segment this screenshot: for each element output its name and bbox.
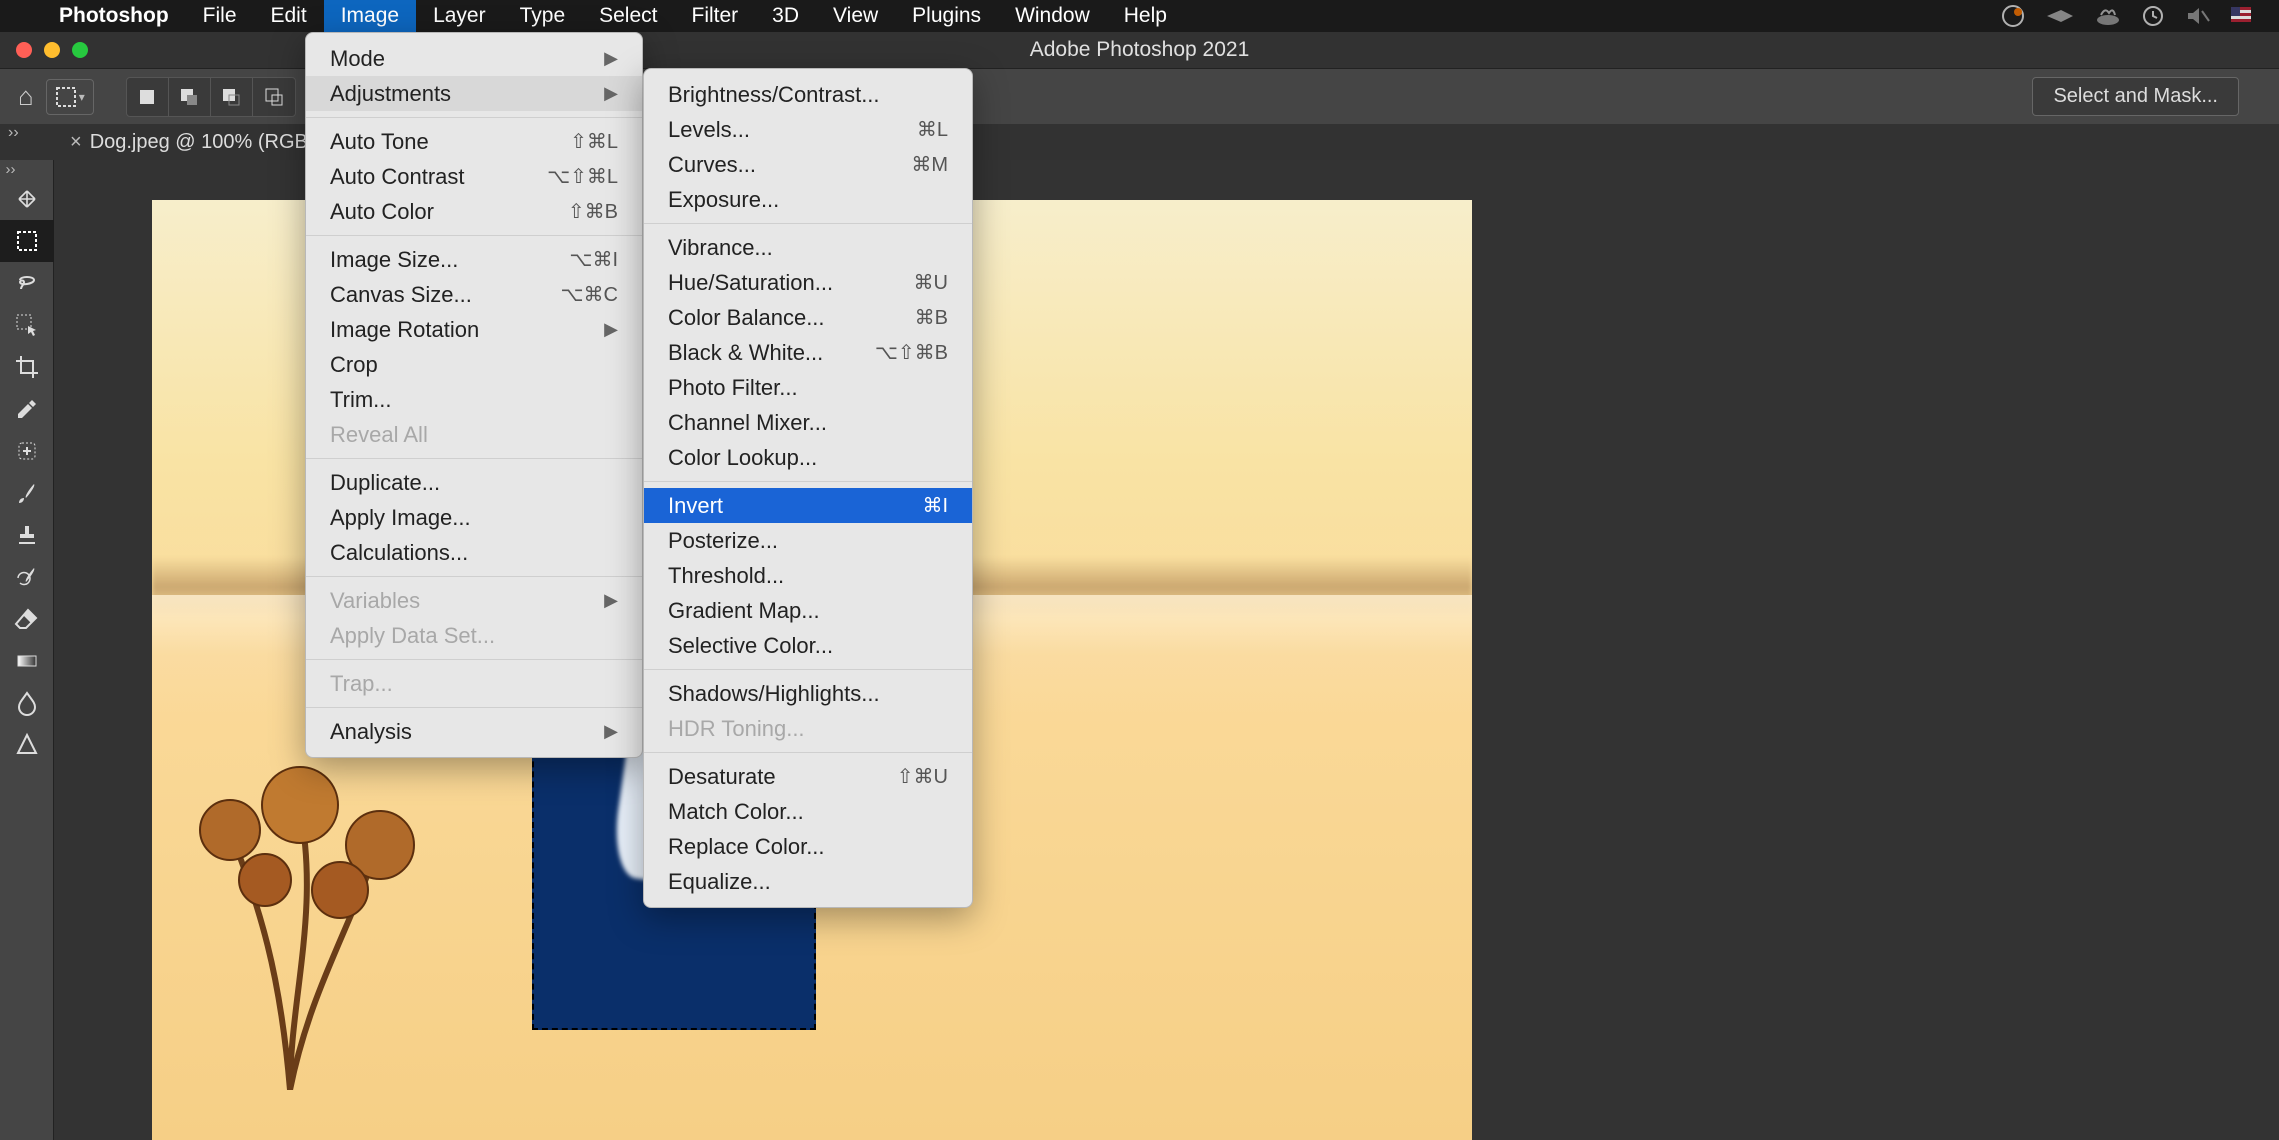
select-and-mask-button[interactable]: Select and Mask... (2032, 77, 2239, 116)
image-menu-crop[interactable]: Crop (306, 347, 642, 382)
image-menu-reveal-all: Reveal All (306, 417, 642, 452)
adjustments-selective-color[interactable]: Selective Color... (644, 628, 972, 663)
menubar-item-file[interactable]: File (186, 0, 254, 32)
adjustments-posterize[interactable]: Posterize... (644, 523, 972, 558)
image-menu-canvas-size[interactable]: Canvas Size...⌥⌘C (306, 277, 642, 312)
adjustments-color-balance[interactable]: Color Balance...⌘B (644, 300, 972, 335)
mac-menubar: Photoshop FileEditImageLayerTypeSelectFi… (0, 0, 2279, 32)
tool-lasso[interactable] (0, 262, 54, 304)
tool-marquee[interactable] (0, 220, 54, 262)
image-menu-image-size[interactable]: Image Size...⌥⌘I (306, 242, 642, 277)
adjustments-equalize[interactable]: Equalize... (644, 864, 972, 899)
tool-crop[interactable] (0, 346, 54, 388)
adjustments-channel-mixer[interactable]: Channel Mixer... (644, 405, 972, 440)
selection-intersect[interactable] (253, 78, 295, 116)
image-menu-trim[interactable]: Trim... (306, 382, 642, 417)
tool-pen[interactable] (0, 724, 54, 766)
adjustments-threshold[interactable]: Threshold... (644, 558, 972, 593)
tool-move[interactable] (0, 178, 54, 220)
adjustments-submenu: Brightness/Contrast...Levels...⌘LCurves.… (643, 68, 973, 908)
current-tool-marquee[interactable]: ▾ (46, 79, 94, 115)
menubar-item-plugins[interactable]: Plugins (895, 0, 998, 32)
app-name[interactable]: Photoshop (42, 0, 186, 32)
tool-brush[interactable] (0, 472, 54, 514)
menubar-item-edit[interactable]: Edit (254, 0, 324, 32)
menubar-item-filter[interactable]: Filter (675, 0, 756, 32)
image-menu-mode[interactable]: Mode▶ (306, 41, 642, 76)
menubar-item-help[interactable]: Help (1107, 0, 1184, 32)
adjustments-hue-saturation[interactable]: Hue/Saturation...⌘U (644, 265, 972, 300)
window-title: Adobe Photoshop 2021 (1030, 38, 1250, 62)
image-menu-apply-image[interactable]: Apply Image... (306, 500, 642, 535)
image-menu-adjustments[interactable]: Adjustments▶ (306, 76, 642, 111)
image-menu-auto-contrast[interactable]: Auto Contrast⌥⇧⌘L (306, 159, 642, 194)
close-window-button[interactable] (16, 42, 32, 58)
image-menu-variables: Variables▶ (306, 583, 642, 618)
adjustments-gradient-map[interactable]: Gradient Map... (644, 593, 972, 628)
image-menu-dropdown: Mode▶Adjustments▶ Auto Tone⇧⌘LAuto Contra… (305, 32, 643, 758)
selection-subtract[interactable] (211, 78, 253, 116)
tool-eraser[interactable] (0, 598, 54, 640)
tool-gradient[interactable] (0, 640, 54, 682)
menubar-item-layer[interactable]: Layer (416, 0, 503, 32)
adjustments-match-color[interactable]: Match Color... (644, 794, 972, 829)
adjustments-hdr-toning: HDR Toning... (644, 711, 972, 746)
adjustments-black-white[interactable]: Black & White...⌥⇧⌘B (644, 335, 972, 370)
minimize-window-button[interactable] (44, 42, 60, 58)
maximize-window-button[interactable] (72, 42, 88, 58)
adjustments-levels[interactable]: Levels...⌘L (644, 112, 972, 147)
menubar-item-image[interactable]: Image (324, 0, 416, 32)
image-menu-calculations[interactable]: Calculations... (306, 535, 642, 570)
adjustments-color-lookup[interactable]: Color Lookup... (644, 440, 972, 475)
tool-object-select[interactable] (0, 304, 54, 346)
tool-eyedropper[interactable] (0, 388, 54, 430)
tool-palette: ›› (0, 160, 54, 1140)
volume-muted-icon[interactable] (2185, 5, 2211, 27)
status-icon-3[interactable] (2095, 5, 2121, 27)
menubar-item-3d[interactable]: 3D (755, 0, 816, 32)
image-menu-image-rotation[interactable]: Image Rotation▶ (306, 312, 642, 347)
adjustments-shadows-highlights[interactable]: Shadows/Highlights... (644, 676, 972, 711)
traffic-lights (16, 42, 88, 58)
status-icon-1[interactable] (2001, 4, 2025, 28)
menubar-item-window[interactable]: Window (998, 0, 1107, 32)
image-menu-duplicate[interactable]: Duplicate... (306, 465, 642, 500)
adjustments-replace-color[interactable]: Replace Color... (644, 829, 972, 864)
adjustments-brightness-contrast[interactable]: Brightness/Contrast... (644, 77, 972, 112)
tab-close-icon[interactable]: × (70, 131, 82, 154)
adjustments-vibrance[interactable]: Vibrance... (644, 230, 972, 265)
adjustments-photo-filter[interactable]: Photo Filter... (644, 370, 972, 405)
tool-heal[interactable] (0, 430, 54, 472)
selection-add[interactable] (169, 78, 211, 116)
menubar-item-select[interactable]: Select (582, 0, 674, 32)
menubar-item-view[interactable]: View (816, 0, 895, 32)
adjustments-curves[interactable]: Curves...⌘M (644, 147, 972, 182)
tool-history-brush[interactable] (0, 556, 54, 598)
home-icon[interactable]: ⌂ (18, 81, 34, 112)
image-menu-auto-tone[interactable]: Auto Tone⇧⌘L (306, 124, 642, 159)
selection-new[interactable] (127, 78, 169, 116)
adjustments-desaturate[interactable]: Desaturate⇧⌘U (644, 759, 972, 794)
selection-mode-group (126, 77, 296, 117)
adjustments-invert[interactable]: Invert⌘I (644, 488, 972, 523)
image-menu-apply-data-set: Apply Data Set... (306, 618, 642, 653)
menubar-item-type[interactable]: Type (503, 0, 583, 32)
time-machine-icon[interactable] (2141, 4, 2165, 28)
image-menu-trap: Trap... (306, 666, 642, 701)
tool-stamp[interactable] (0, 514, 54, 556)
optbar-expand-icon[interactable]: ›› (8, 124, 19, 142)
collapse-icon[interactable]: ›› (0, 160, 54, 178)
adjustments-exposure[interactable]: Exposure... (644, 182, 972, 217)
status-icon-2[interactable] (2045, 7, 2075, 25)
image-menu-analysis[interactable]: Analysis▶ (306, 714, 642, 749)
flag-icon[interactable] (2231, 7, 2251, 25)
tool-blur[interactable] (0, 682, 54, 724)
image-menu-auto-color[interactable]: Auto Color⇧⌘B (306, 194, 642, 229)
